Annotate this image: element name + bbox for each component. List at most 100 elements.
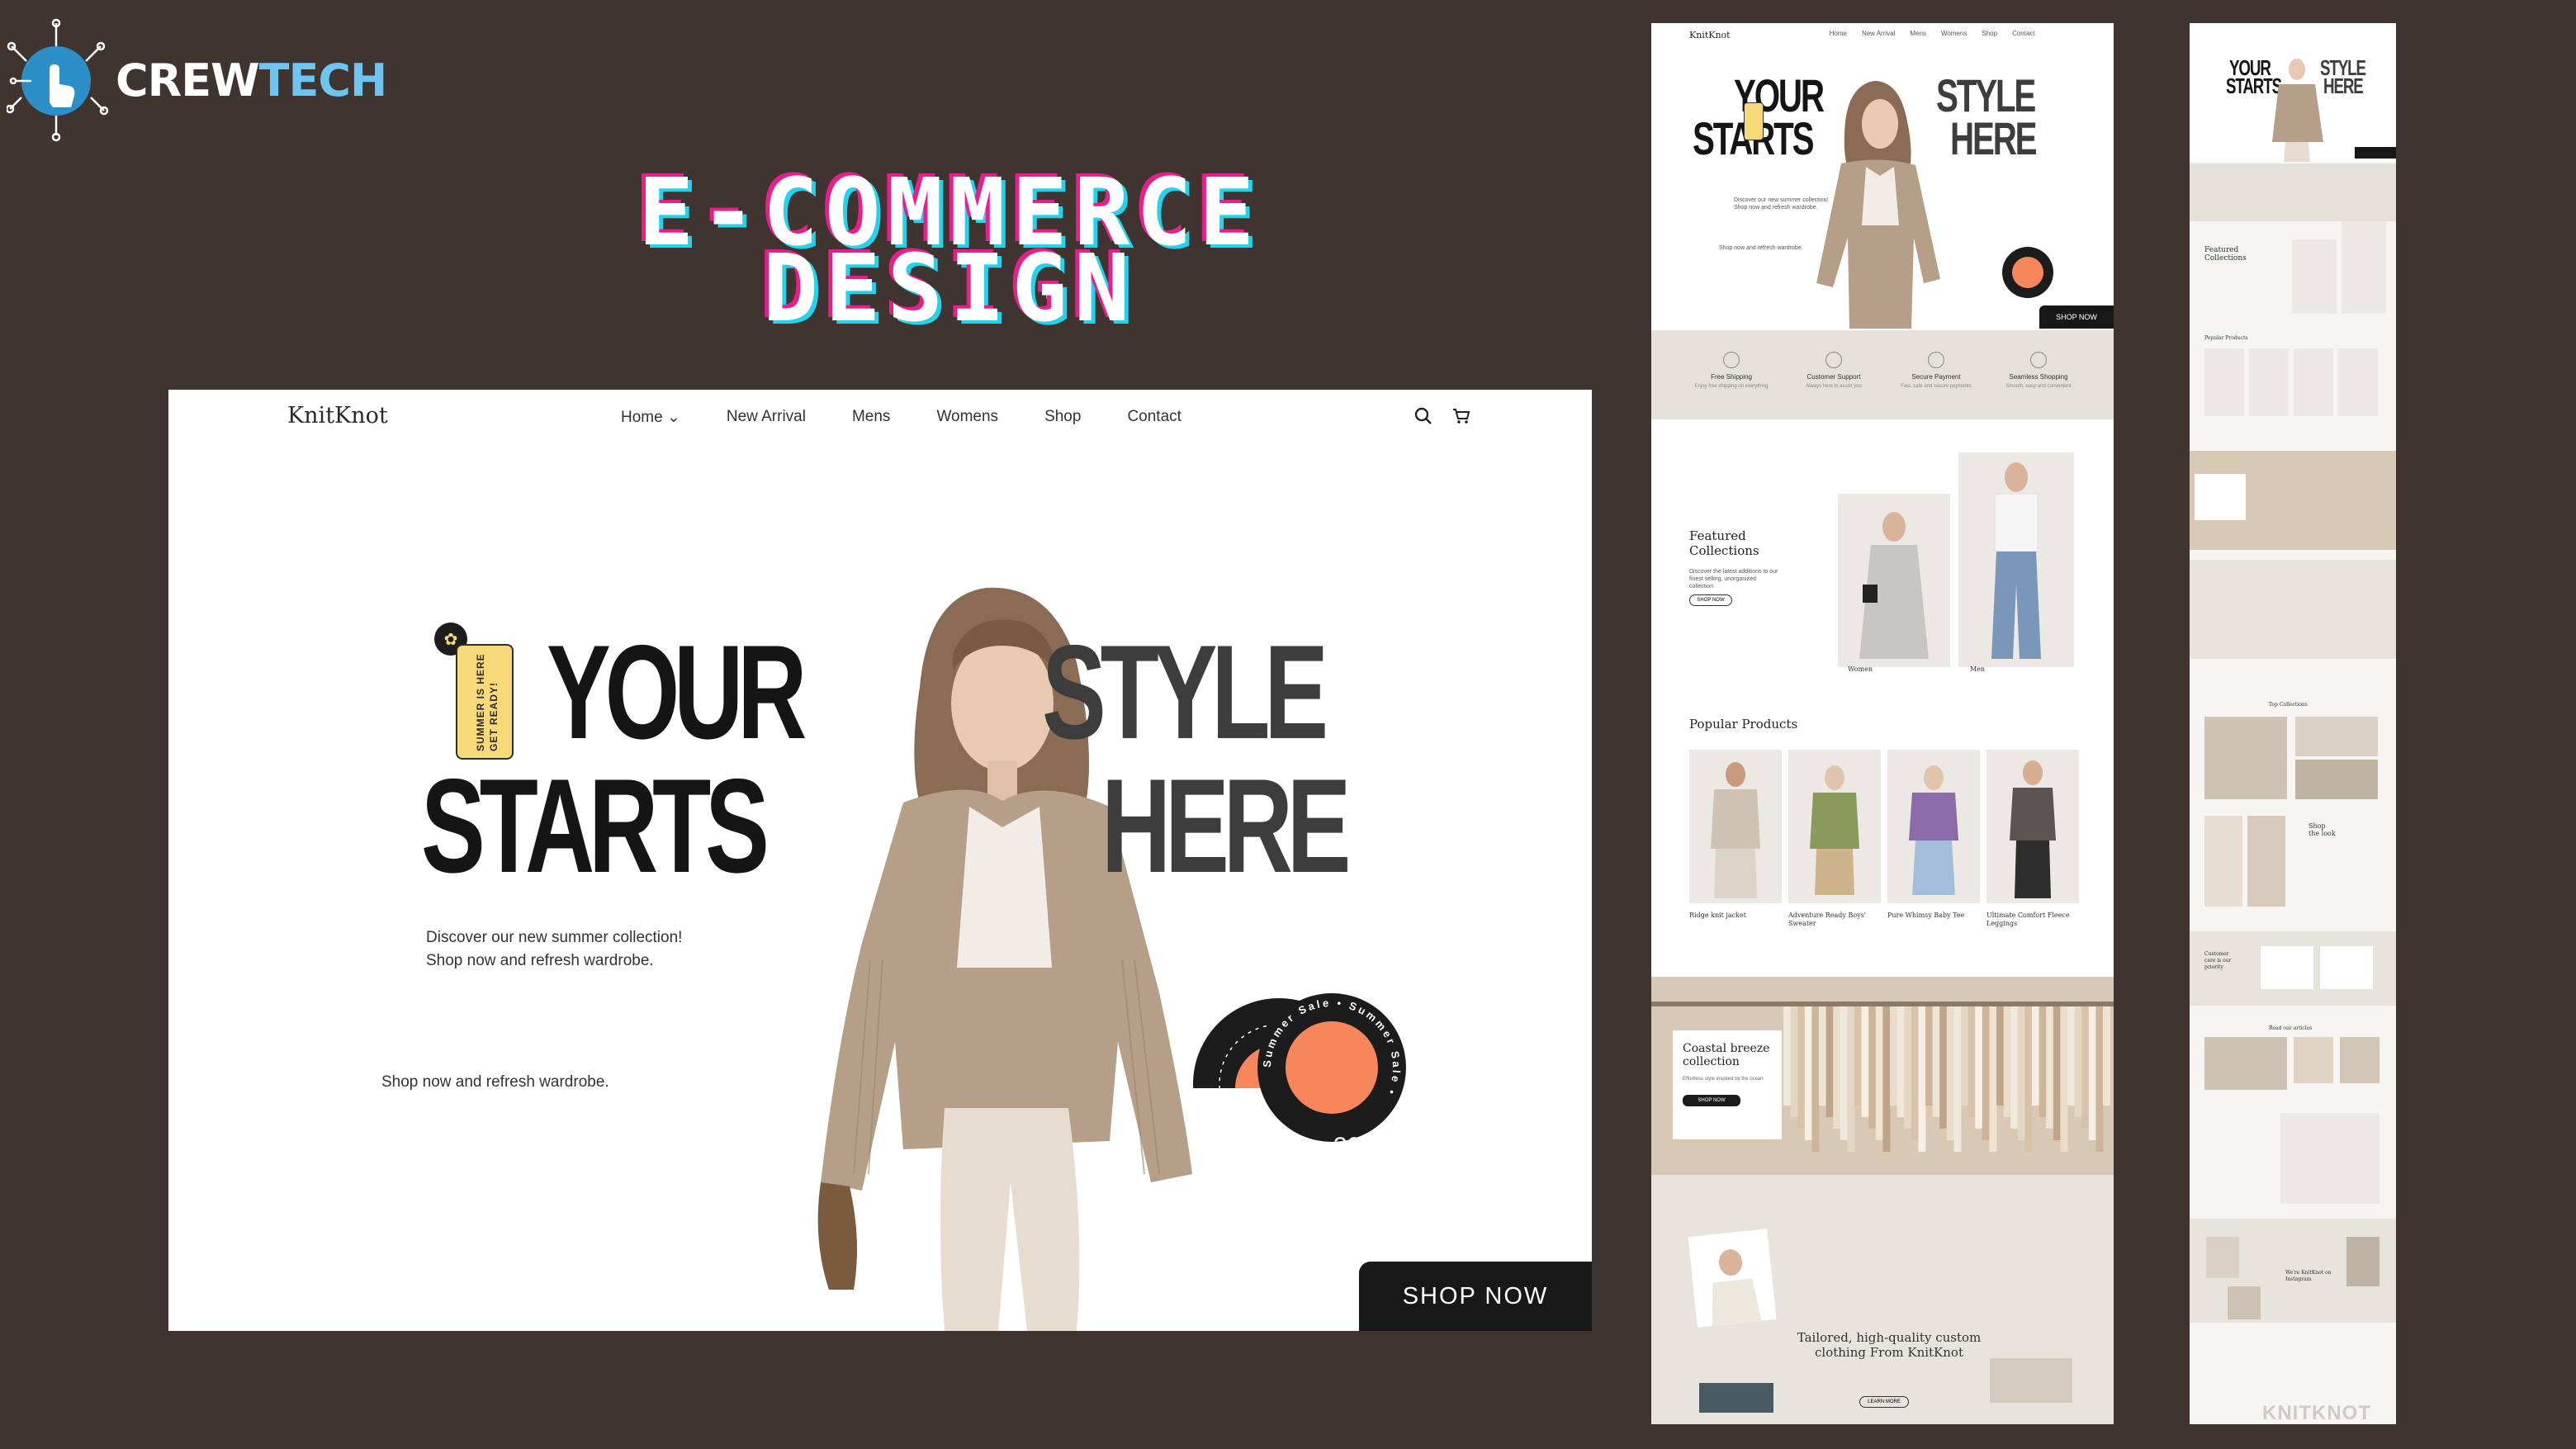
tailored-photo-1: [1688, 1229, 1777, 1328]
preview-nav: KnitKnot Home New Arrival Mens Womens Sh…: [1689, 30, 2035, 40]
rack-garment: [1911, 1006, 1919, 1140]
badge-percent: 30%: [1333, 1133, 1384, 1160]
rack-garment: [1811, 1006, 1820, 1152]
cart-icon[interactable]: [1451, 406, 1471, 426]
rack-garment: [1996, 1006, 2004, 1106]
nav-shop[interactable]: Shop: [1044, 408, 1081, 427]
product-card-3[interactable]: [1887, 750, 1980, 903]
learn-more-button[interactable]: LEARN MORE: [1859, 1396, 1909, 1408]
preview-badge: [2002, 247, 2053, 298]
preview-shop-button[interactable]: SHOP NOW: [2039, 305, 2114, 329]
rack-garment: [1896, 1006, 1905, 1117]
rack-garment: [2046, 1006, 2054, 1129]
rack-garment: [1918, 1006, 1926, 1152]
nav-contact[interactable]: Contact: [1127, 408, 1181, 427]
tailored-heading: Tailored, high-quality custom clothing Fr…: [1797, 1330, 1982, 1360]
rack-garment: [2067, 1006, 2075, 1106]
rack-garment: [1968, 1006, 1976, 1117]
men-model-image: [1991, 462, 2041, 659]
nav-mens[interactable]: Mens: [852, 408, 890, 427]
rack-garment: [1854, 1006, 1862, 1106]
footer-logo: KNITKNOT: [2262, 1402, 2371, 1424]
preview-tag: [1744, 102, 1764, 140]
hero-secondary-text: Shop now and refresh wardrobe.: [381, 1073, 609, 1091]
nav-new-arrival[interactable]: New Arrival: [727, 408, 806, 427]
hero-mockup: KnitKnot Home ⌄ New Arrival Mens Womens …: [168, 390, 1592, 1331]
rack-garment: [2088, 1006, 2096, 1140]
hero-word-starts: STARTS: [421, 751, 769, 901]
preview-model: [1816, 81, 1940, 329]
rack-garment: [2039, 1006, 2047, 1117]
rack-garment: [2003, 1006, 2011, 1117]
rack-garment: [1847, 1006, 1855, 1152]
rack-garment: [1868, 1006, 1877, 1129]
product-card-2[interactable]: [1788, 750, 1881, 903]
rack-garment: [2060, 1006, 2068, 1152]
rack-garment: [1819, 1006, 1826, 1106]
hero-word-style: STYLE: [1042, 618, 1328, 767]
rack-garment: [1975, 1006, 1983, 1129]
benefit-free-shipping: Free Shipping Enjoy free shipping on ever…: [1678, 352, 1785, 389]
brand-logo: CREWTECH: [7, 18, 387, 142]
rack-garment: [1946, 1006, 1954, 1140]
card-men[interactable]: [1958, 452, 2074, 667]
tailored-section: Tailored, high-quality custom clothing Fr…: [1651, 1175, 2114, 1424]
nav-home[interactable]: Home ⌄: [621, 408, 680, 427]
preview-logo[interactable]: KnitKnot: [1689, 30, 1731, 40]
headset-icon: [1825, 352, 1842, 368]
bag-icon: [2030, 352, 2047, 368]
hero-word-here: HERE: [1101, 751, 1351, 901]
rack-garment: [2081, 1006, 2090, 1129]
rack-garment: [2032, 1006, 2039, 1106]
featured-title: Featured Collections: [1689, 528, 1759, 558]
summer-tag: SUMMER IS HERE GET READY!: [456, 644, 514, 760]
hero-description: Discover our new summer collection! Shop…: [426, 929, 683, 969]
rack-garment: [1804, 1006, 1812, 1140]
tailored-photo-2: [1699, 1383, 1773, 1413]
right-shop-button[interactable]: [2355, 147, 2396, 159]
nav-womens[interactable]: Womens: [936, 408, 998, 427]
featured-shop-button[interactable]: SHOP NOW: [1689, 594, 1732, 606]
rack-garment: [2053, 1006, 2061, 1140]
circuit-hand-icon: [7, 18, 109, 142]
rack-garment: [2074, 1006, 2082, 1117]
rack-garment: [1989, 1006, 1997, 1152]
rack-garment: [1904, 1006, 1912, 1129]
rack-garment: [1861, 1006, 1869, 1117]
search-icon[interactable]: [1413, 406, 1433, 426]
women-model-image: [1859, 512, 1929, 659]
main-nav: Home ⌄ New Arrival Mens Womens Shop Cont…: [621, 408, 1181, 427]
rack-garment: [1982, 1006, 1990, 1140]
shop-now-button[interactable]: SHOP NOW: [1359, 1262, 1592, 1331]
rack-garment: [1932, 1006, 1940, 1117]
tailored-photo-3: [1990, 1358, 2072, 1403]
rack-garment: [1939, 1006, 1948, 1129]
badge-label: OFF SALE: [1328, 1167, 1389, 1180]
product-card-1[interactable]: [1689, 750, 1782, 903]
truck-icon: [1723, 352, 1740, 368]
page-title: E-COMMERCE DESIGN: [528, 167, 1371, 335]
rack-garment: [2017, 1006, 2025, 1140]
rack-garment: [1833, 1006, 1841, 1129]
right-preview-model: [2272, 59, 2323, 162]
product-card-4[interactable]: [1986, 750, 2079, 903]
card-women[interactable]: [1838, 494, 1950, 667]
rack-garment: [1890, 1006, 1897, 1106]
coastal-shop-button[interactable]: SHOP NOW: [1683, 1095, 1740, 1106]
rack-garment: [2024, 1006, 2033, 1152]
rack-garment: [1797, 1006, 1806, 1129]
rack-garment: [2103, 1006, 2110, 1106]
chevron-down-icon: ⌄: [666, 409, 680, 426]
mobile-page-preview: YOUR STARTS STYLE HERE Featured Collectio…: [2190, 23, 2396, 1424]
rack-garment: [1840, 1006, 1848, 1140]
benefit-shopping: Seamless Shopping Smooth, easy and conven…: [1985, 352, 2092, 389]
rack-garment: [2095, 1006, 2104, 1152]
header-icons: [1413, 406, 1471, 426]
rack-garment: [1961, 1006, 1968, 1106]
benefit-support: Customer Support Always here to assist yo…: [1780, 352, 1887, 389]
brand-name: CREWTECH: [116, 54, 387, 107]
site-logo[interactable]: KnitKnot: [287, 403, 388, 429]
rack-garment: [1875, 1006, 1883, 1140]
rack-garment: [1953, 1006, 1962, 1152]
popular-title: Popular Products: [1689, 717, 1798, 732]
